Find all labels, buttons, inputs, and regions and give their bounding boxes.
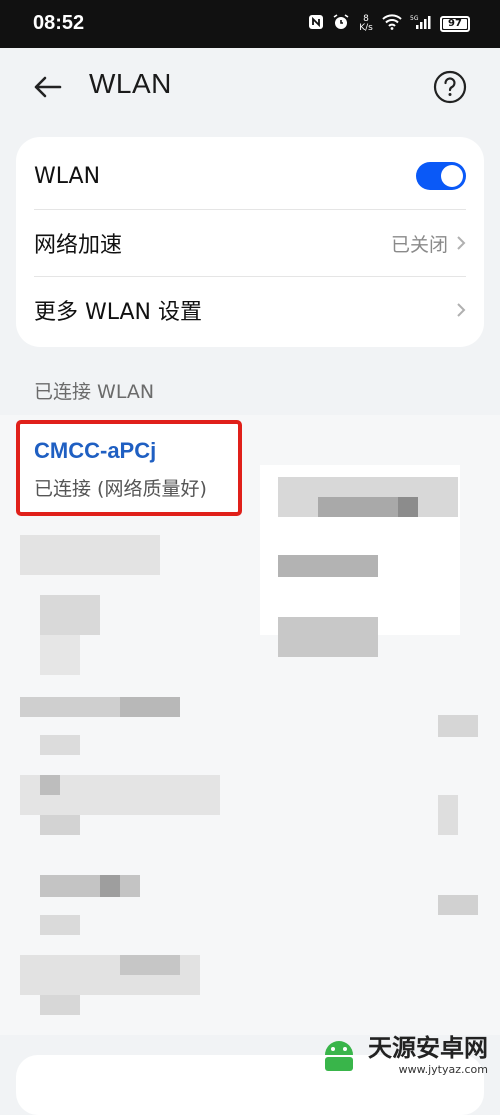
connected-network-item[interactable]: CMCC-aPCj 已连接 (网络质量好) bbox=[16, 420, 242, 516]
network-acceleration-label: 网络加速 bbox=[34, 233, 123, 258]
wlan-label: WLAN bbox=[34, 163, 101, 189]
android-logo-icon bbox=[325, 1041, 353, 1071]
wifi-icon bbox=[382, 14, 402, 34]
battery-icon: 97 bbox=[440, 16, 470, 32]
chevron-right-icon bbox=[457, 303, 466, 317]
more-wlan-settings-row[interactable]: 更多 WLAN 设置 bbox=[34, 277, 466, 343]
network-ssid: CMCC-aPCj bbox=[34, 438, 157, 463]
connected-wlan-section-title: 已连接 WLAN bbox=[34, 381, 155, 403]
cellular-signal-icon: 5G bbox=[410, 14, 432, 34]
back-arrow-icon[interactable] bbox=[30, 70, 64, 104]
network-acceleration-row[interactable]: 网络加速 已关闭 bbox=[34, 210, 466, 276]
status-icons: 8 K/s 5G 97 bbox=[308, 13, 470, 35]
help-circle-icon[interactable] bbox=[433, 70, 467, 104]
status-time: 08:52 bbox=[33, 12, 85, 34]
network-speed: 8 K/s bbox=[359, 14, 373, 33]
chevron-right-icon bbox=[457, 236, 466, 250]
watermark-text: 天源安卓网 bbox=[368, 1034, 488, 1062]
wlan-toggle-row[interactable]: WLAN bbox=[34, 143, 466, 209]
status-bar: 08:52 8 K/s 5G 97 bbox=[0, 0, 500, 48]
network-acceleration-value: 已关闭 bbox=[391, 230, 466, 257]
switch-knob bbox=[441, 165, 463, 187]
alarm-icon bbox=[332, 13, 350, 35]
svg-text:5G: 5G bbox=[410, 15, 419, 22]
wlan-settings-card: WLAN 网络加速 已关闭 更多 WLAN 设置 bbox=[16, 137, 484, 347]
page-title: WLAN bbox=[89, 68, 172, 99]
nfc-icon bbox=[308, 14, 324, 34]
more-wlan-settings-label: 更多 WLAN 设置 bbox=[34, 300, 203, 325]
wlan-switch[interactable] bbox=[416, 162, 466, 190]
watermark-url: www.jytyaz.com bbox=[398, 1063, 488, 1076]
network-status: 已连接 (网络质量好) bbox=[34, 478, 207, 500]
app-header: WLAN bbox=[0, 48, 500, 128]
watermark: 天源安卓网 www.jytyaz.com bbox=[316, 1028, 488, 1076]
